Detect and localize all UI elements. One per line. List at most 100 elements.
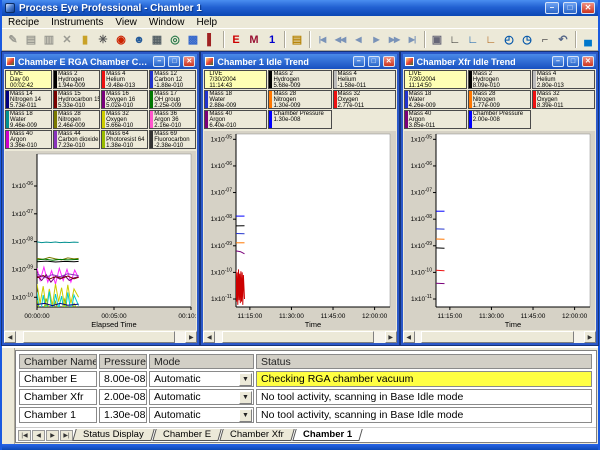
maximize-button[interactable]: □ [567,56,579,67]
scroll-thumb[interactable] [222,331,374,343]
scroll-right-button[interactable]: ▶ [584,331,596,343]
legend-cell[interactable]: Chamber Pressure2.00e-008 [468,110,531,129]
legend-cell[interactable]: Mass 36Argon 362.16e-010 [149,110,196,129]
mode-dropdown[interactable]: Automatic▼ [151,372,252,386]
lock-icon[interactable]: ▮ [76,31,94,49]
close-button[interactable]: ✕ [183,56,195,67]
close-button[interactable]: ✕ [581,2,595,14]
minimize-button[interactable]: – [153,56,165,67]
scroll-left-button[interactable]: ◀ [4,331,16,343]
maximize-button[interactable]: □ [368,56,380,67]
tab-scroll-last[interactable]: ▶| [60,430,73,441]
recipe-log-icon[interactable]: ▤ [288,31,306,49]
legend-cell[interactable]: Mass 69Fluorocarbon-2.38e-010 [149,130,196,149]
legend-cell[interactable]: Mass 18Water9.46e-009 [5,110,52,129]
legend-cell[interactable]: LIVE7/30/200411:14:43 [204,70,267,89]
help-book-icon[interactable]: ▌ [202,31,220,49]
properties-icon[interactable]: ▣ [428,31,446,49]
legend-cell[interactable]: Mass 28Nitrogen1.77e-009 [468,90,531,109]
legend-cell[interactable]: Mass 64Photoresist 641.38e-010 [101,130,148,149]
legend-cell[interactable]: Mass 4Helium-9.48e-013 [101,70,148,89]
chart-horizontal-scrollbar[interactable]: ◀▶ [403,331,596,343]
legend-cell[interactable]: Mass 17OH group2.25e-009 [149,90,196,109]
alarm-icon[interactable]: ◉ [112,31,130,49]
maximize-button[interactable]: □ [168,56,180,67]
tab-scroll-next[interactable]: ▶ [46,430,59,441]
legend-cell[interactable]: Mass 32Oxygen5.66e-010 [101,110,148,129]
close-button[interactable]: ✕ [582,56,594,67]
mode-dropdown[interactable]: Automatic▼ [151,390,252,404]
dropdown-arrow-icon[interactable]: ▼ [239,391,252,404]
trend-chart[interactable]: 1x10-051x10-061x10-071x10-081x10-091x10-… [404,131,595,330]
menu-instruments[interactable]: Instruments [45,17,109,28]
legend-cell[interactable]: Mass 40Argon6.40e-010 [204,110,267,129]
dropdown-arrow-icon[interactable]: ▼ [239,373,252,386]
menu-recipe[interactable]: Recipe [2,17,45,28]
tab-chamber-e[interactable]: Chamber E [152,429,222,441]
menu-help[interactable]: Help [190,17,223,28]
chamber-1-window-titlebar[interactable]: Chamber 1 Idle Trend–□✕ [203,54,396,69]
legend-cell[interactable]: Mass 44Carbon dioxide7.23e-010 [53,130,100,149]
chart-horizontal-scrollbar[interactable]: ◀▶ [203,331,396,343]
scroll-thumb[interactable] [421,331,573,343]
preview-icon[interactable]: ◎ [166,31,184,49]
spectrum-view-icon[interactable]: ▄ [579,31,597,49]
menu-window[interactable]: Window [143,17,191,28]
chart-canvas[interactable]: 1x10-051x10-061x10-071x10-081x10-091x10-… [404,131,595,330]
scroll-track[interactable] [215,331,384,343]
legend-cell[interactable]: Mass 40Argon3.85e-011 [404,110,467,129]
legend-cell[interactable]: Mass 18Water2.88e-009 [204,90,267,109]
legend-cell[interactable]: LIVEDay 0000:02:42 [5,70,52,89]
dropdown-arrow-icon[interactable]: ▼ [239,409,252,422]
scroll-right-button[interactable]: ▶ [185,331,197,343]
axes-log-icon[interactable]: ∟ [464,31,482,49]
trend-m-icon[interactable]: M [245,31,263,49]
legend-cell[interactable]: Mass 4Helium2.80e-013 [532,70,595,89]
chart-canvas[interactable]: 1x10-051x10-061x10-071x10-081x10-091x10-… [204,131,395,330]
chamber-xfr-window-titlebar[interactable]: Chamber Xfr Idle Trend–□✕ [403,54,596,69]
legend-cell[interactable]: Chamber Pressure1.30e-008 [268,110,331,129]
trend-chart[interactable]: 1x10-051x10-061x10-071x10-081x10-091x10-… [204,131,395,330]
measure-icon[interactable]: ⌐ [536,31,554,49]
minimize-button[interactable]: – [545,2,559,14]
tab-status-display[interactable]: Status Display [72,429,154,441]
time-relative-icon[interactable]: ◷ [518,31,536,49]
legend-cell[interactable]: Mass 28Nitrogen2.46e-009 [53,110,100,129]
network-icon[interactable]: ▩ [184,31,202,49]
scroll-thumb[interactable] [23,331,175,343]
maximize-button[interactable]: □ [563,2,577,14]
scroll-left-button[interactable]: ◀ [203,331,215,343]
mode-dropdown[interactable]: Automatic▼ [151,408,252,422]
undo-zoom-icon[interactable]: ↶ [554,31,572,49]
trend-e-icon[interactable]: E [227,31,245,49]
chart-canvas[interactable]: 1x10-061x10-071x10-081x10-091x10-1000:00… [5,151,196,330]
tab-chamber-xfr[interactable]: Chamber Xfr [219,429,294,441]
legend-cell[interactable]: Mass 2Hydrogen8.09e-010 [468,70,531,89]
close-button[interactable]: ✕ [383,56,395,67]
tab-chamber-1[interactable]: Chamber 1 [292,429,363,441]
legend-cell[interactable]: Mass 4Helium-1.58e-011 [333,70,396,89]
time-absolute-icon[interactable]: ◴ [500,31,518,49]
chamber-e-window-titlebar[interactable]: Chamber E RGA Chamber Check Trend–□✕ [4,54,197,69]
main-titlebar[interactable]: Process Eye Professional - Chamber 1 – □… [2,0,598,16]
tools-icon[interactable]: ✳ [94,31,112,49]
user-setup-icon[interactable]: ☻ [130,31,148,49]
scroll-left-button[interactable]: ◀ [403,331,415,343]
legend-cell[interactable]: Mass 14Nitrogen 145.73e-011 [5,90,52,109]
chart-horizontal-scrollbar[interactable]: ◀▶ [4,331,197,343]
scroll-right-button[interactable]: ▶ [385,331,397,343]
legend-cell[interactable]: LIVE7/30/200411:14:50 [404,70,467,89]
scroll-track[interactable] [415,331,584,343]
trend-chart[interactable]: 1x10-061x10-071x10-081x10-091x10-1000:00… [5,151,196,330]
minimize-button[interactable]: – [353,56,365,67]
tab-scroll-first[interactable]: |◀ [18,430,31,441]
axes-auto-icon[interactable]: ∟ [482,31,500,49]
legend-cell[interactable]: Mass 28Nitrogen1.30e-009 [268,90,331,109]
tab-scroll-prev[interactable]: ◀ [32,430,45,441]
menu-view[interactable]: View [109,17,143,28]
legend-cell[interactable]: Mass 15Hydrocarbon 155.33e-010 [53,90,100,109]
legend-cell[interactable]: Mass 40Argon3.36e-010 [5,130,52,149]
legend-cell[interactable]: Mass 16Oxygen 165.02e-010 [101,90,148,109]
axes-linear-icon[interactable]: ∟ [446,31,464,49]
legend-cell[interactable]: Mass 2Hydrogen5.68e-009 [268,70,331,89]
